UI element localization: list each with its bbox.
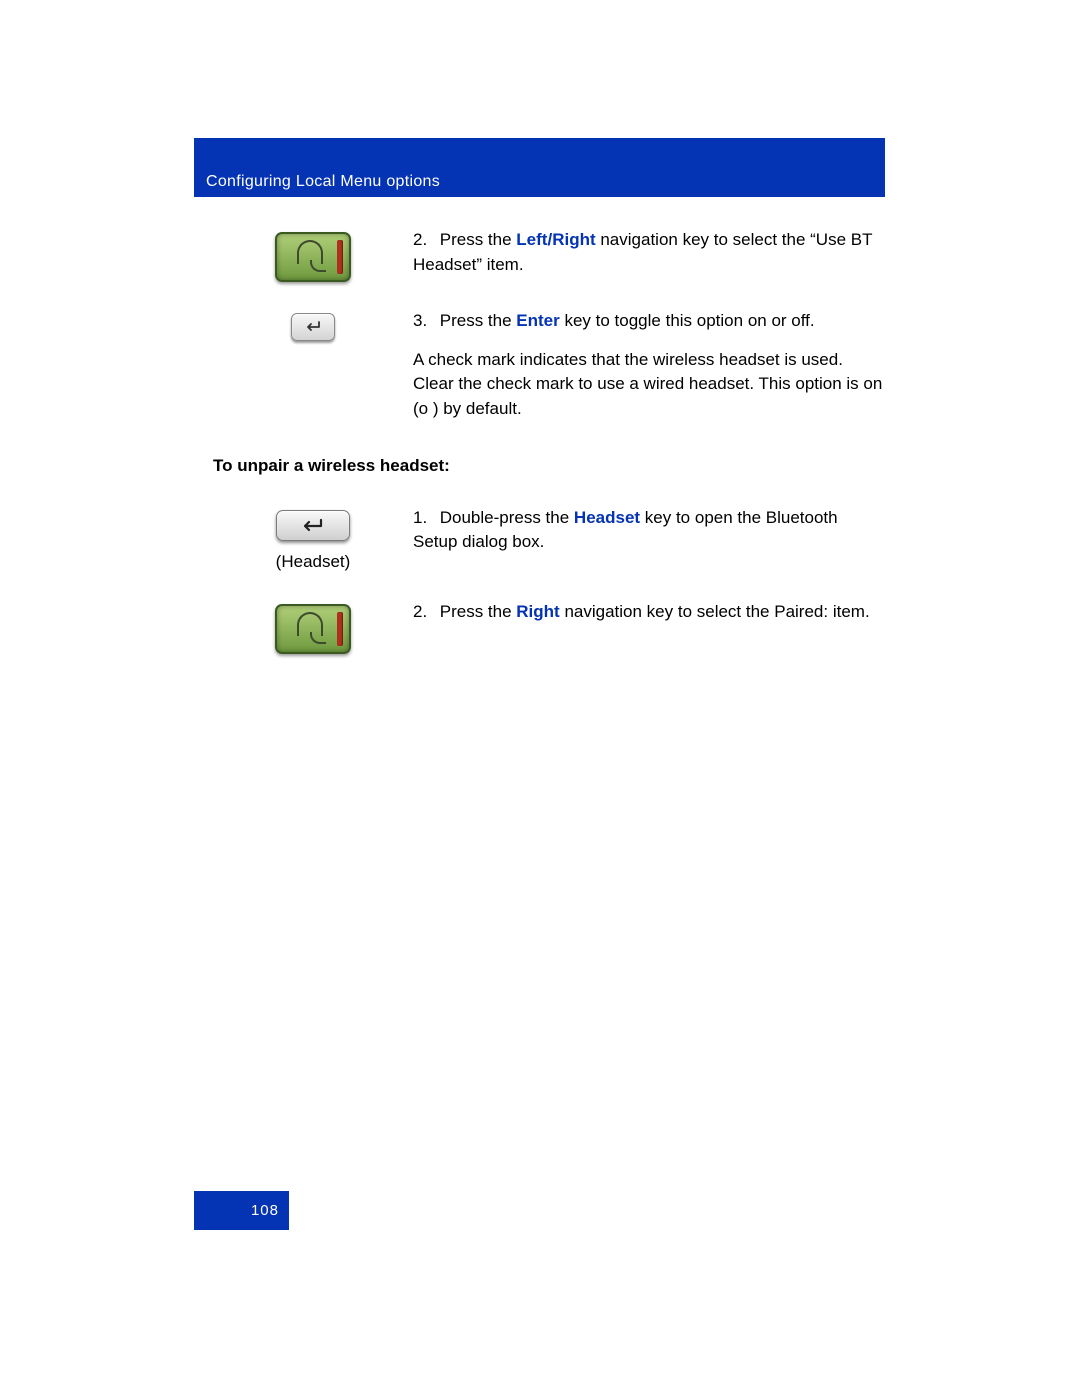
page-header-title: Configuring Local Menu options: [206, 173, 440, 191]
step-number: 2.: [413, 228, 435, 253]
step-extra-text: A check mark indicates that the wireless…: [413, 348, 885, 422]
enter-key-icon: [291, 313, 335, 341]
headset-lcd-icon: [275, 604, 351, 654]
step-text-fragment: Press the: [440, 311, 517, 330]
section-heading: To unpair a wireless headset:: [213, 456, 885, 476]
key-name: Headset: [574, 508, 640, 527]
step-icon-cell: [213, 600, 413, 659]
step-text-fragment: key to toggle this option on or off.: [560, 311, 815, 330]
step-text-fragment: navigation key to select the Paired: ite…: [560, 602, 870, 621]
step-text: 2. Press the Left/Right navigation key t…: [413, 228, 885, 277]
headset-lcd-icon: [275, 232, 351, 282]
step-row: 3. Press the Enter key to toggle this op…: [213, 309, 885, 422]
step-row: (Headset) 1. Double-press the Headset ke…: [213, 506, 885, 572]
step-icon-cell: [213, 309, 413, 346]
step-row: 2. Press the Left/Right navigation key t…: [213, 228, 885, 287]
page-number: 108: [251, 1202, 279, 1219]
step-text-fragment: Press the: [440, 230, 517, 249]
page-content: 2. Press the Left/Right navigation key t…: [213, 228, 885, 681]
step-row: 2. Press the Right navigation key to sel…: [213, 600, 885, 659]
step-number: 3.: [413, 309, 435, 334]
icon-label: (Headset): [213, 552, 413, 572]
step-icon-cell: [213, 228, 413, 287]
step-number: 1.: [413, 506, 435, 531]
document-page: Configuring Local Menu options 2. Press …: [0, 0, 1080, 1397]
step-text-fragment: Press the: [440, 602, 517, 621]
page-header-bar: Configuring Local Menu options: [194, 138, 885, 197]
key-name: Enter: [516, 311, 559, 330]
headset-key-icon: [276, 510, 350, 541]
step-number: 2.: [413, 600, 435, 625]
key-name: Right: [552, 230, 595, 249]
step-text-fragment: Double-press the: [440, 508, 574, 527]
key-name: Left: [516, 230, 547, 249]
key-name: Right: [516, 602, 559, 621]
step-text: 2. Press the Right navigation key to sel…: [413, 600, 885, 625]
step-icon-cell: (Headset): [213, 506, 413, 572]
step-text: 1. Double-press the Headset key to open …: [413, 506, 885, 555]
page-footer-bar: 108: [194, 1191, 289, 1230]
step-text: 3. Press the Enter key to toggle this op…: [413, 309, 885, 422]
